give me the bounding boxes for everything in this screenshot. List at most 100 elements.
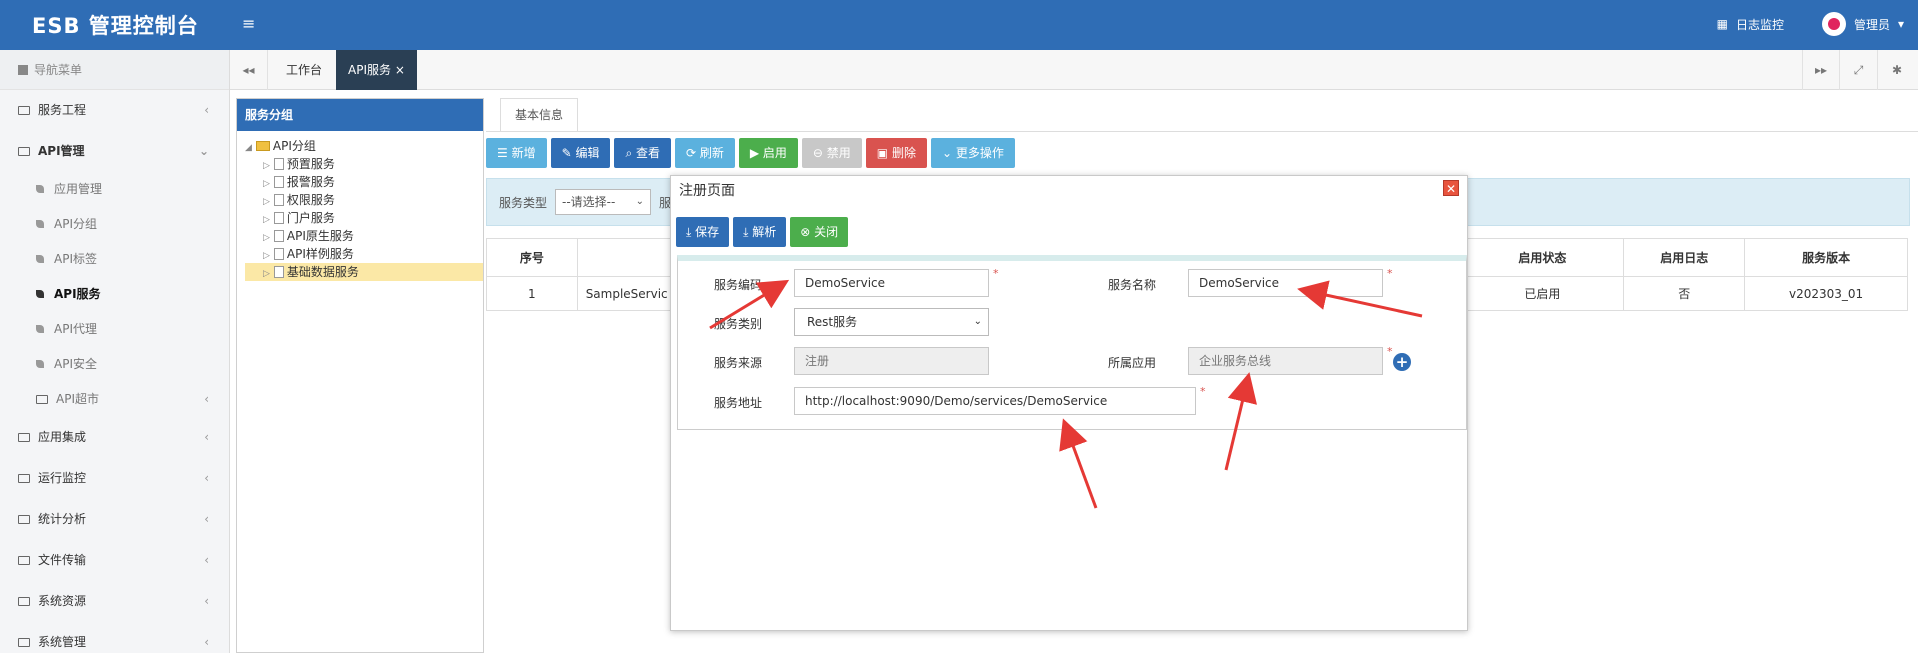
tree-node[interactable]: ▷ 门户服务: [245, 209, 483, 227]
grid-icon: [18, 65, 28, 75]
service-address-label: 服务地址: [714, 396, 763, 410]
sidebar-sub-api-tag[interactable]: API标签: [0, 242, 229, 277]
new-button[interactable]: ☰ 新增: [486, 138, 547, 168]
view-button[interactable]: ⌕ 查看: [614, 138, 671, 168]
sidebar-item-service-project[interactable]: 服务工程 ‹: [0, 90, 229, 131]
service-name-input[interactable]: DemoService: [1188, 269, 1383, 297]
collapse-icon[interactable]: ▷: [263, 161, 270, 171]
chevron-left-icon: ‹: [204, 471, 209, 485]
enable-button[interactable]: ▶ 启用: [738, 138, 798, 168]
tree-node-selected[interactable]: ▷ 基础数据服务: [245, 263, 483, 281]
toolbar: ☰ 新增 ✎ 编辑 ⌕ 查看 ⟳ 刷新 ▶ 启用 ⊖ 禁用 ▣ 删除 ⌄ 更多操…: [486, 138, 1015, 168]
sidebar: 导航菜单 服务工程 ‹ API管理 ⌄ 应用管理 API分组 API标签 API服务…: [0, 50, 230, 653]
folder-icon: [18, 106, 30, 115]
save-button[interactable]: ⤓ 保存: [676, 217, 730, 247]
owning-app-input[interactable]: 企业服务总线: [1188, 347, 1383, 375]
chevron-down-icon: ⌄: [198, 144, 209, 158]
group-tree: ◢ API分组 ▷ 预置服务 ▷ 报警服务 ▷ 权限服务 ▷ 门户服务 ▷ API原生服务 …: [237, 131, 483, 281]
sidebar-sub-api-service[interactable]: API服务: [0, 277, 229, 312]
collapse-icon[interactable]: ▷: [263, 269, 270, 279]
service-type-select[interactable]: --请选择-- ⌄: [555, 189, 651, 215]
tab-basic-info[interactable]: 基本信息: [500, 98, 579, 131]
chevron-down-icon: ⌄: [973, 316, 982, 327]
close-icon[interactable]: ✕: [1443, 180, 1459, 196]
menu-toggle-icon[interactable]: ≡: [242, 14, 255, 33]
settings-icon[interactable]: ✱: [1878, 50, 1916, 90]
leaf-icon: [36, 185, 44, 193]
collapse-icon[interactable]: ▷: [263, 215, 270, 225]
tab-scroll-left-icon[interactable]: ◂◂: [230, 50, 268, 90]
dialog-title: 注册页面: [679, 183, 735, 199]
tree-node[interactable]: ▷ 权限服务: [245, 191, 483, 209]
service-code-input[interactable]: DemoService: [794, 269, 989, 297]
leaf-icon: [36, 290, 44, 298]
tree-title: 服务分组: [237, 99, 483, 131]
document-icon: [273, 158, 284, 170]
sidebar-item-app-integration[interactable]: 应用集成 ‹: [0, 417, 229, 458]
tree-node[interactable]: ▷ API原生服务: [245, 227, 483, 245]
chevron-left-icon: ‹: [204, 553, 209, 567]
collapse-icon[interactable]: ▷: [263, 251, 270, 261]
leaf-icon: [36, 220, 44, 228]
log-monitor-link[interactable]: 日志监控: [1736, 16, 1784, 33]
tab-workbench[interactable]: 工作台: [274, 50, 334, 90]
sidebar-item-statistics[interactable]: 统计分析 ‹: [0, 499, 229, 540]
column-header[interactable]: 服务版本: [1744, 238, 1908, 277]
tab-scroll-right-icon[interactable]: ▸▸: [1802, 50, 1840, 90]
sidebar-item-runtime-monitor[interactable]: 运行监控 ‹: [0, 458, 229, 499]
edit-button[interactable]: ✎ 编辑: [550, 138, 611, 168]
sidebar-sub-api-group[interactable]: API分组: [0, 207, 229, 242]
collapse-icon[interactable]: ▷: [263, 197, 270, 207]
service-source-input: 注册: [794, 347, 989, 375]
top-bar: ESB 管理控制台 ≡ ▦ 日志监控 管理员 ▾: [0, 0, 1918, 50]
tab-api-service[interactable]: API服务 ×: [336, 50, 417, 90]
folder-icon: [36, 395, 48, 404]
tree-node[interactable]: ▷ 报警服务: [245, 173, 483, 191]
tree-node-root[interactable]: ◢ API分组: [245, 137, 483, 155]
service-address-input[interactable]: http://localhost:9090/Demo/services/Demo…: [794, 387, 1196, 415]
sidebar-item-api-management[interactable]: API管理 ⌄: [0, 131, 229, 172]
parse-button[interactable]: ⤓ 解析: [733, 217, 787, 247]
avatar[interactable]: [1821, 12, 1846, 36]
chevron-left-icon: ‹: [204, 594, 209, 608]
folder-icon: [18, 474, 30, 483]
required-mark: *: [1200, 385, 1206, 398]
column-header[interactable]: 启用日志: [1623, 238, 1746, 277]
column-header[interactable]: 启用状态: [1460, 238, 1625, 277]
close-button[interactable]: ⊗ 关闭: [790, 217, 849, 247]
caret-down-icon[interactable]: ▾: [1898, 17, 1904, 31]
register-form: 服务编码 DemoService * 服务名称 DemoService * 服务…: [677, 255, 1467, 430]
sidebar-sub-api-security[interactable]: API安全: [0, 347, 229, 382]
folder-icon: [18, 515, 30, 524]
document-icon: [273, 194, 284, 206]
table-cell: 已启用: [1460, 276, 1625, 311]
expand-icon[interactable]: ◢: [245, 143, 252, 153]
sidebar-sub-api-market[interactable]: API超市 ‹: [0, 382, 229, 417]
user-name[interactable]: 管理员: [1854, 16, 1890, 33]
required-mark: *: [1387, 345, 1393, 358]
column-header[interactable]: 序号: [486, 238, 578, 277]
tab-divider: [486, 131, 1918, 132]
folder-icon: [18, 638, 30, 647]
tree-node[interactable]: ▷ 预置服务: [245, 155, 483, 173]
refresh-button[interactable]: ⟳ 刷新: [675, 138, 735, 168]
sidebar-sub-app-management[interactable]: 应用管理: [0, 172, 229, 207]
more-actions-button[interactable]: ⌄ 更多操作: [930, 138, 1015, 168]
sidebar-item-file-transfer[interactable]: 文件传输 ‹: [0, 540, 229, 581]
add-app-icon[interactable]: +: [1393, 353, 1411, 371]
sidebar-sub-api-proxy[interactable]: API代理: [0, 312, 229, 347]
collapse-icon[interactable]: ▷: [263, 179, 270, 189]
delete-button[interactable]: ▣ 删除: [865, 138, 927, 168]
tree-node[interactable]: ▷ API样例服务: [245, 245, 483, 263]
owning-app-label: 所属应用: [1108, 356, 1157, 370]
register-dialog: 注册页面 ✕ ⤓ 保存 ⤓ 解析 ⊗ 关闭 服务编码 DemoService *…: [670, 175, 1468, 631]
sidebar-item-system-management[interactable]: 系统管理 ‹: [0, 622, 229, 653]
service-group-panel: 服务分组 ◢ API分组 ▷ 预置服务 ▷ 报警服务 ▷ 权限服务 ▷ 门户服务 ▷ API…: [236, 98, 484, 653]
sidebar-item-system-resources[interactable]: 系统资源 ‹: [0, 581, 229, 622]
fullscreen-icon[interactable]: ⤢: [1840, 50, 1878, 90]
tab-close-icon[interactable]: ×: [395, 63, 405, 77]
collapse-icon[interactable]: ▷: [263, 233, 270, 243]
disable-button[interactable]: ⊖ 禁用: [801, 138, 862, 168]
top-right-area: ▦ 日志监控 管理员 ▾: [1717, 12, 1904, 36]
service-category-select[interactable]: Rest服务 ⌄: [794, 308, 989, 336]
